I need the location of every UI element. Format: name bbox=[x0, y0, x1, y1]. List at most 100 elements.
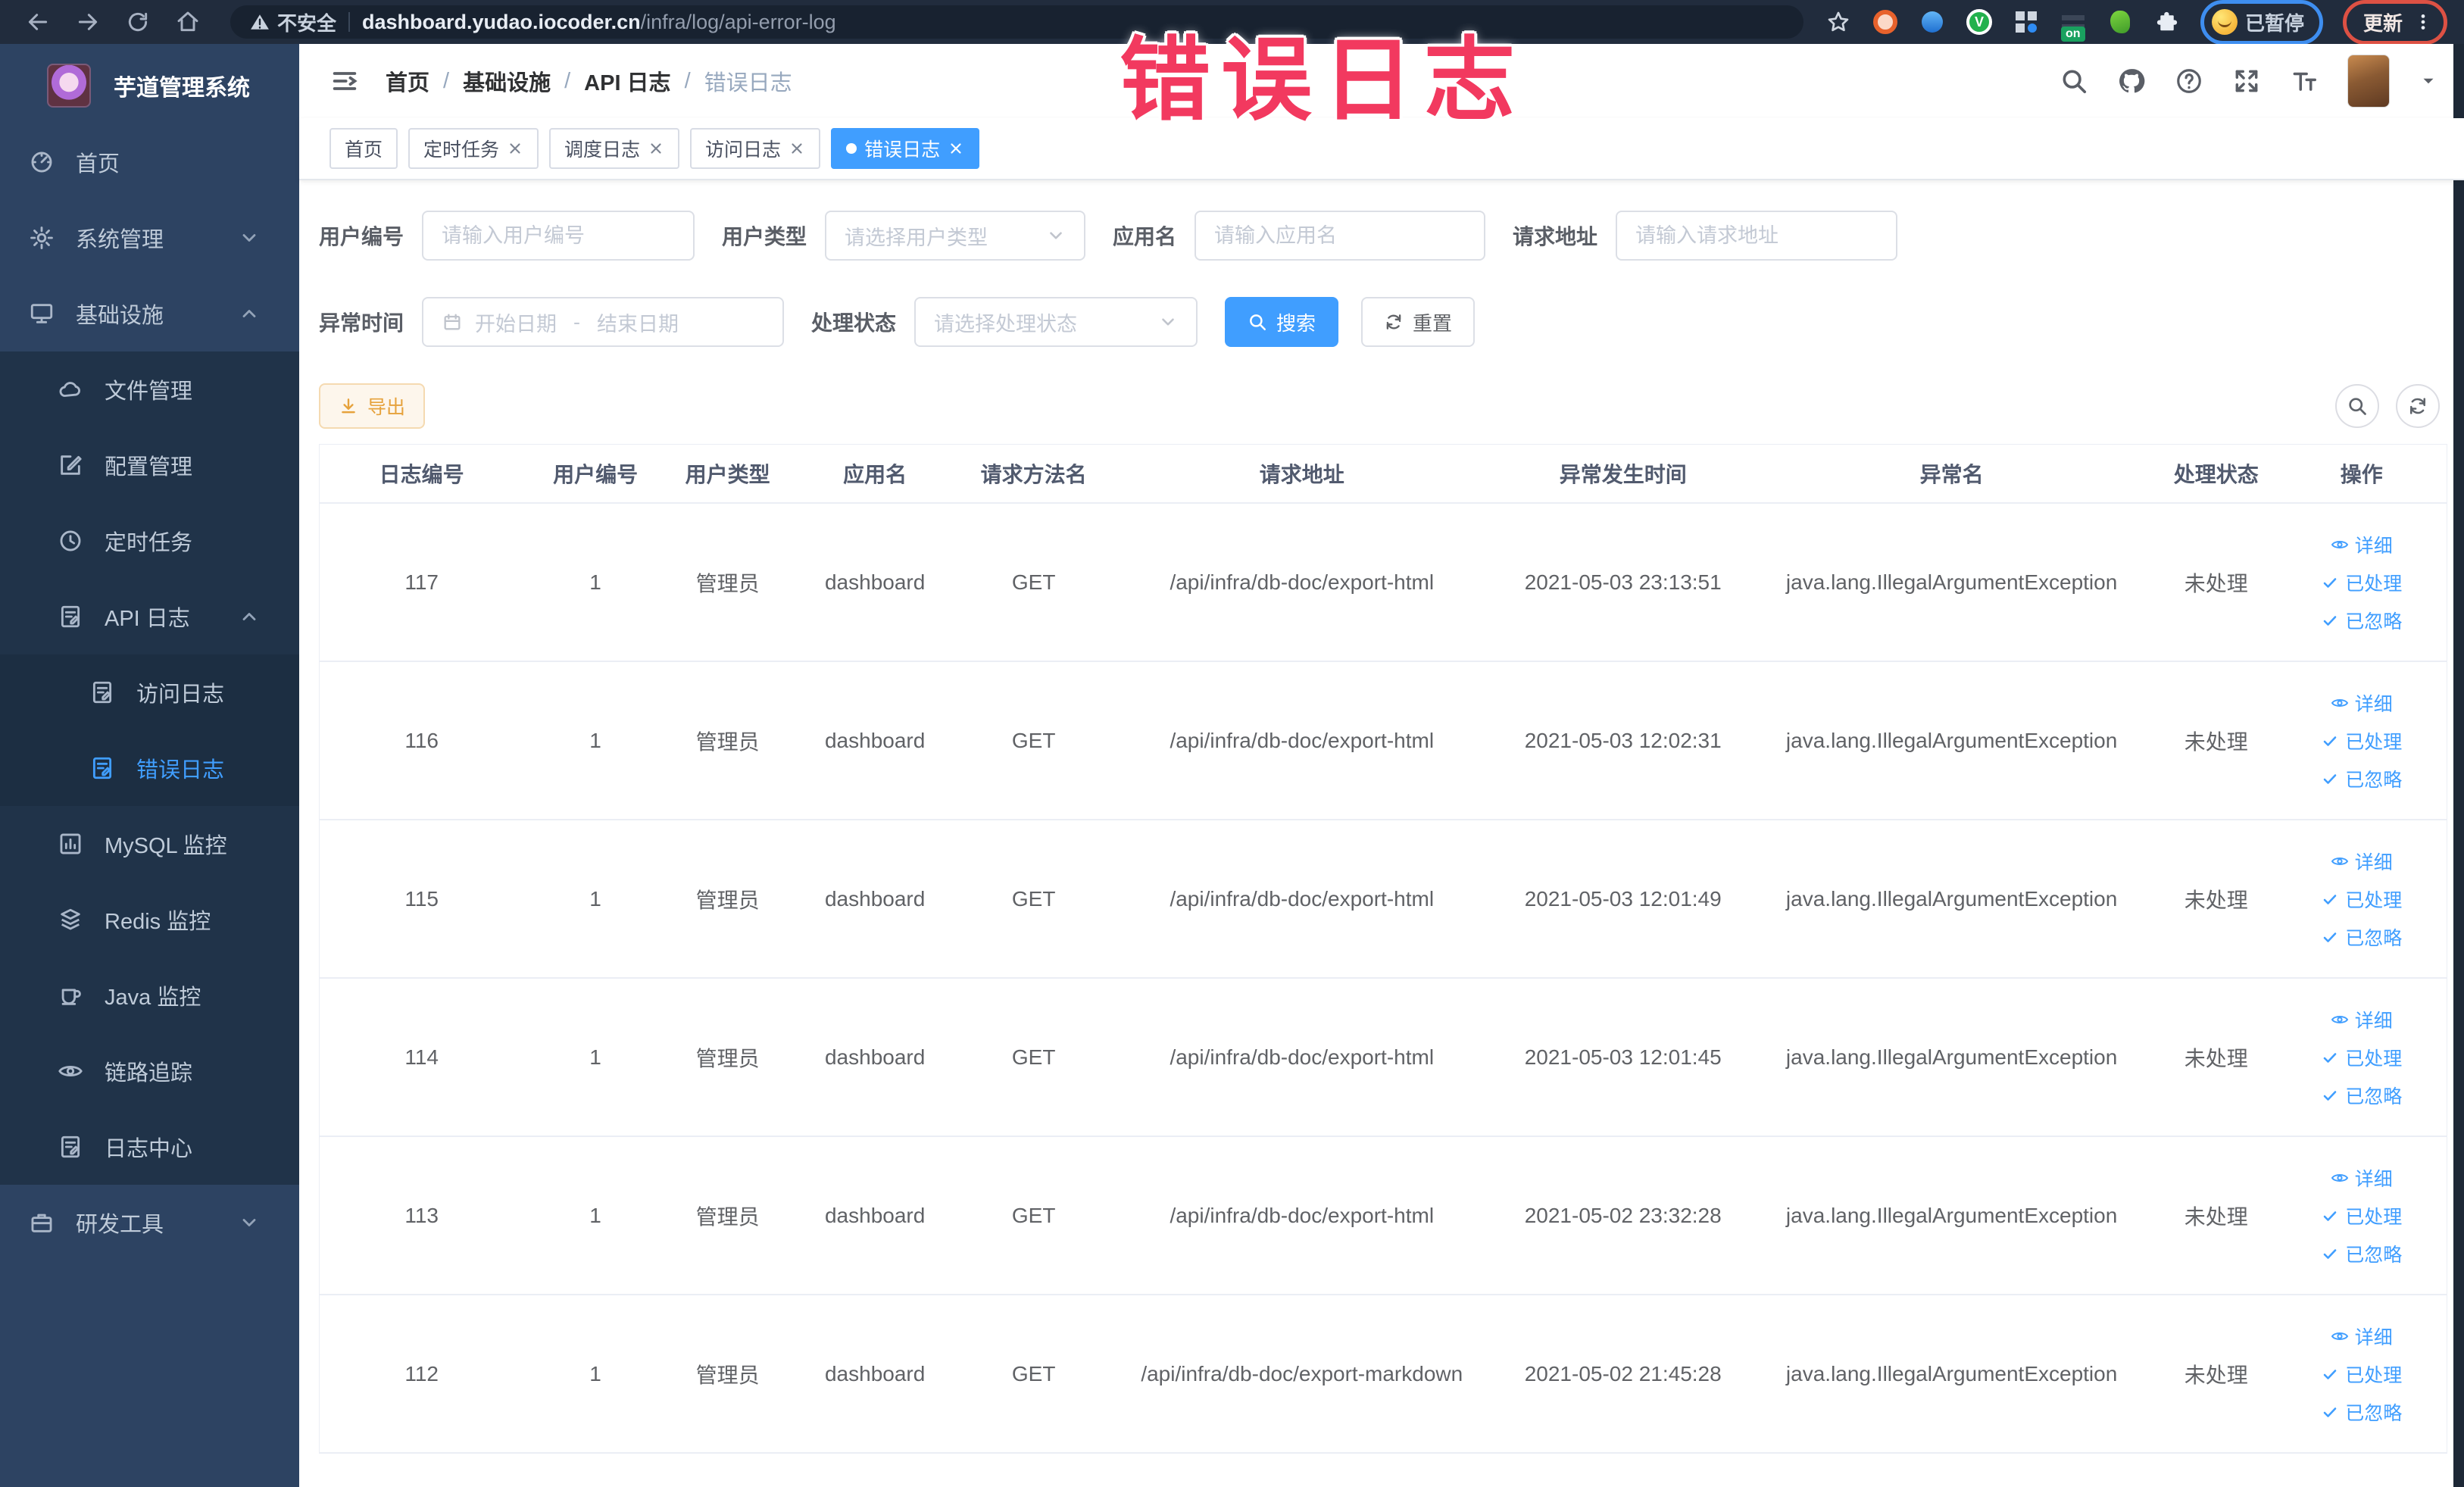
action-已忽略[interactable]: 已忽略 bbox=[2321, 607, 2402, 634]
browser-forward-button[interactable] bbox=[67, 5, 109, 39]
request-url-input[interactable] bbox=[1635, 223, 1878, 248]
sidebar-item-mysql[interactable]: MySQL 监控 bbox=[0, 806, 299, 882]
check-icon bbox=[2321, 890, 2339, 908]
action-已忽略[interactable]: 已忽略 bbox=[2321, 923, 2402, 951]
action-详细[interactable]: 详细 bbox=[2331, 1164, 2393, 1192]
emoji-paused-icon bbox=[2211, 9, 2238, 35]
browser-home-button[interactable] bbox=[167, 5, 209, 39]
export-button[interactable]: 导出 bbox=[319, 383, 426, 429]
action-已忽略[interactable]: 已忽略 bbox=[2321, 1240, 2402, 1267]
browser-update-button[interactable]: 更新 bbox=[2342, 0, 2447, 45]
cell-status: 未处理 bbox=[2184, 571, 2248, 595]
close-icon[interactable] bbox=[789, 140, 805, 157]
cell-url: /api/infra/db-doc/export-markdown bbox=[1141, 1361, 1463, 1385]
action-已忽略[interactable]: 已忽略 bbox=[2321, 1082, 2402, 1109]
case-icon bbox=[29, 1210, 55, 1236]
header-search-icon[interactable] bbox=[2060, 67, 2088, 95]
action-详细[interactable]: 详细 bbox=[2331, 1323, 2393, 1350]
chevron-down-icon bbox=[1158, 312, 1178, 332]
address-bar[interactable]: 不安全 dashboard.yudao.iocoder.cn/infra/log… bbox=[230, 5, 1803, 39]
check-icon bbox=[2321, 1207, 2339, 1225]
extension-icon-grid[interactable] bbox=[2013, 8, 2040, 36]
extension-icon-blue-pin[interactable] bbox=[1919, 8, 1946, 36]
action-已处理[interactable]: 已处理 bbox=[2321, 1044, 2402, 1071]
action-详细[interactable]: 详细 bbox=[2331, 689, 2393, 717]
tab-首页[interactable]: 首页 bbox=[329, 128, 398, 169]
sidebar-item-label: 文件管理 bbox=[105, 380, 193, 404]
date-range-picker[interactable]: 开始日期 - 结束日期 bbox=[422, 297, 785, 347]
sidebar-item-config[interactable]: 配置管理 bbox=[0, 427, 299, 503]
tab-调度日志[interactable]: 调度日志 bbox=[549, 128, 680, 169]
close-icon[interactable] bbox=[648, 140, 664, 157]
filter-row-1: 用户编号 用户类型 请选择用户类型 应用名 bbox=[319, 211, 2447, 261]
app-logo-row[interactable]: 芋道管理系统 bbox=[0, 44, 299, 124]
extension-icon-orange-target[interactable] bbox=[1872, 8, 1899, 36]
font-size-icon[interactable] bbox=[2290, 67, 2319, 95]
browser-menu-kebab-icon[interactable] bbox=[2413, 12, 2433, 32]
breadcrumb-item[interactable]: 基础设施 bbox=[463, 65, 551, 97]
check-icon bbox=[2321, 928, 2339, 946]
breadcrumb-item[interactable]: 首页 bbox=[386, 65, 429, 97]
sidebar-item-access-log[interactable]: 访问日志 bbox=[0, 654, 299, 730]
tab-访问日志[interactable]: 访问日志 bbox=[690, 128, 821, 169]
user-avatar[interactable] bbox=[2347, 55, 2390, 108]
action-已处理[interactable]: 已处理 bbox=[2321, 1202, 2402, 1229]
sidebar-item-file[interactable]: 文件管理 bbox=[0, 351, 299, 427]
browser-reload-button[interactable] bbox=[117, 5, 159, 39]
security-indicator[interactable]: 不安全 bbox=[250, 8, 336, 36]
extension-icon-tampermonkey[interactable]: on bbox=[2060, 8, 2087, 42]
sidebar-item-error-log[interactable]: 错误日志 bbox=[0, 730, 299, 806]
user-type-select[interactable]: 请选择用户类型 bbox=[825, 211, 1086, 261]
action-已处理[interactable]: 已处理 bbox=[2321, 569, 2402, 596]
action-已忽略[interactable]: 已忽略 bbox=[2321, 1398, 2402, 1426]
sidebar-item-dev-tool[interactable]: 研发工具 bbox=[0, 1185, 299, 1261]
update-label: 更新 bbox=[2363, 11, 2403, 35]
breadcrumb-item[interactable]: API 日志 bbox=[584, 65, 670, 97]
extensions-puzzle-icon[interactable] bbox=[2153, 8, 2181, 36]
action-详细[interactable]: 详细 bbox=[2331, 1006, 2393, 1033]
app-name-input[interactable] bbox=[1214, 223, 1466, 248]
user-menu-caret-icon[interactable] bbox=[2419, 71, 2438, 91]
sidebar-item-api-log[interactable]: API 日志 bbox=[0, 579, 299, 654]
cell-app: dashboard bbox=[824, 728, 926, 752]
sidebar-collapse-icon[interactable] bbox=[329, 66, 360, 96]
sidebar-item-label: API 日志 bbox=[105, 607, 190, 631]
tab-定时任务[interactable]: 定时任务 bbox=[408, 128, 539, 169]
action-已处理[interactable]: 已处理 bbox=[2321, 886, 2402, 913]
sidebar-item-system[interactable]: 系统管理 bbox=[0, 200, 299, 276]
column-header: 应用名 bbox=[843, 463, 907, 486]
refresh-table-button[interactable] bbox=[2396, 384, 2440, 428]
extension-icon-green-v[interactable]: V bbox=[1966, 8, 1993, 36]
browser-back-button[interactable] bbox=[17, 5, 59, 39]
sidebar-item-infra[interactable]: 基础设施 bbox=[0, 276, 299, 351]
bookmark-star-icon[interactable] bbox=[1825, 8, 1852, 36]
action-已处理[interactable]: 已处理 bbox=[2321, 727, 2402, 754]
tab-错误日志[interactable]: 错误日志 bbox=[831, 128, 980, 169]
sidebar-item-log-center[interactable]: 日志中心 bbox=[0, 1109, 299, 1185]
search-button[interactable]: 搜索 bbox=[1225, 297, 1339, 347]
column-header: 用户类型 bbox=[685, 463, 770, 486]
sidebar-item-java[interactable]: Java 监控 bbox=[0, 957, 299, 1033]
cell-id: 115 bbox=[404, 886, 439, 911]
sidebar-item-redis[interactable]: Redis 监控 bbox=[0, 882, 299, 957]
sidebar-item-label: 链路追踪 bbox=[105, 1061, 193, 1086]
toggle-search-button[interactable] bbox=[2335, 384, 2379, 428]
process-status-select[interactable]: 请选择处理状态 bbox=[914, 297, 1198, 347]
reset-button[interactable]: 重置 bbox=[1361, 297, 1476, 347]
tab-paused-extension-pill[interactable]: 已暂停 bbox=[2200, 0, 2323, 45]
close-icon[interactable] bbox=[507, 140, 523, 157]
action-详细[interactable]: 详细 bbox=[2331, 848, 2393, 875]
action-已忽略[interactable]: 已忽略 bbox=[2321, 765, 2402, 792]
close-icon[interactable] bbox=[948, 140, 964, 157]
action-详细[interactable]: 详细 bbox=[2331, 531, 2393, 558]
sidebar-item-job[interactable]: 定时任务 bbox=[0, 503, 299, 579]
action-已处理[interactable]: 已处理 bbox=[2321, 1360, 2402, 1388]
sidebar-item-home[interactable]: 首页 bbox=[0, 124, 299, 200]
github-icon[interactable] bbox=[2117, 67, 2146, 95]
user-id-input[interactable] bbox=[442, 223, 676, 248]
sidebar: 芋道管理系统 首页 系统管理 基础设施文件管理配置管理 定时任务 API 日志访问日志错… bbox=[0, 44, 299, 1487]
fullscreen-icon[interactable] bbox=[2232, 67, 2261, 95]
sidebar-item-trace[interactable]: 链路追踪 bbox=[0, 1033, 299, 1109]
extension-icon-green-sprout[interactable] bbox=[2106, 8, 2134, 36]
docs-question-icon[interactable] bbox=[2175, 67, 2203, 95]
